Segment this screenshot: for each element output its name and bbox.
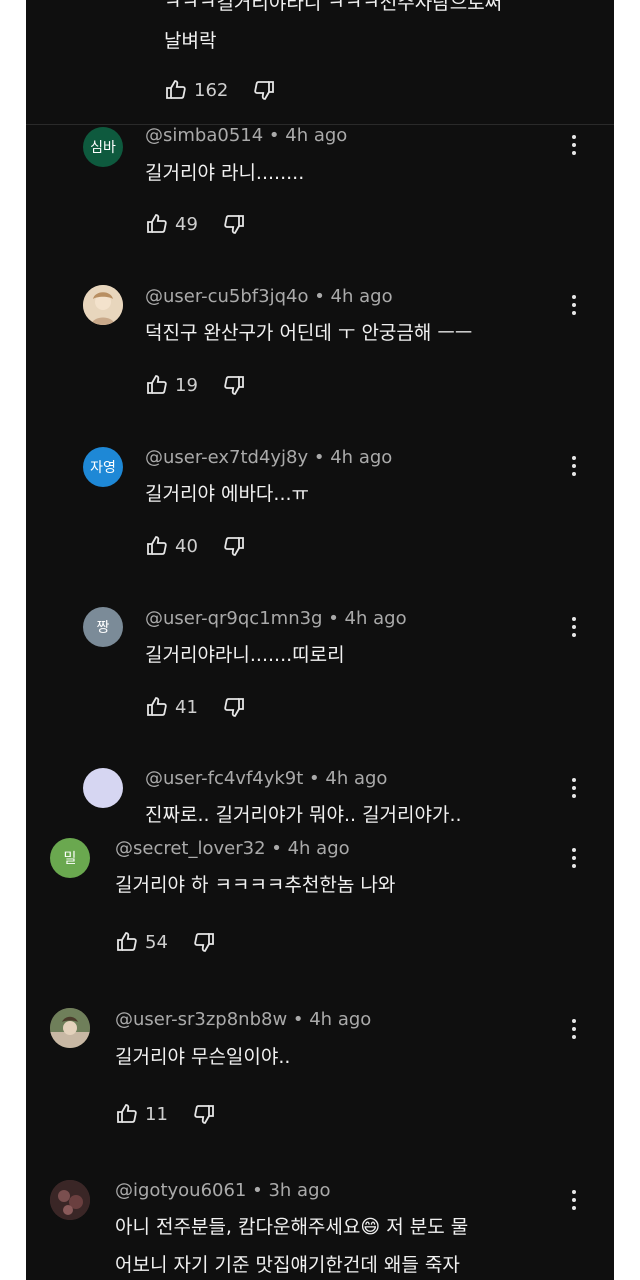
like-icon[interactable]: [164, 78, 188, 102]
comment-actions: 11: [115, 1102, 216, 1126]
comment-actions: 54: [115, 930, 216, 954]
like-icon[interactable]: [145, 695, 169, 719]
like-icon[interactable]: [115, 1102, 139, 1126]
like-icon[interactable]: [145, 212, 169, 236]
avatar[interactable]: [50, 1180, 90, 1220]
like-count: 40: [175, 535, 198, 557]
dislike-icon[interactable]: [192, 1102, 216, 1126]
comment-actions: 41: [145, 695, 246, 719]
meta-separator: •: [303, 768, 326, 789]
comment-text-line: ㅋㅋㅋ길거리야라니 ㅋㅋㅋ전주사람으로써: [164, 0, 503, 14]
comment-handle[interactable]: @secret_lover32: [115, 838, 266, 859]
meta-separator: •: [263, 125, 286, 146]
comment-handle[interactable]: @user-fc4vf4yk9t: [145, 768, 303, 789]
comment-text: 어보니 자기 기준 맛집얘기한건데 왜들 죽자: [115, 1254, 460, 1276]
like-icon[interactable]: [115, 930, 139, 954]
comment-meta: @user-cu5bf3jq4o • 4h ago: [145, 286, 393, 307]
dislike-icon[interactable]: [222, 373, 246, 397]
dislike-icon[interactable]: [252, 78, 276, 102]
more-options-icon[interactable]: [564, 844, 584, 872]
comment-time: 3h ago: [268, 1180, 331, 1201]
comment-time: 4h ago: [287, 838, 350, 859]
more-options-icon[interactable]: [564, 131, 584, 159]
more-options-icon[interactable]: [564, 613, 584, 641]
like-count: 19: [175, 374, 198, 396]
comment-meta: @user-ex7td4yj8y • 4h ago: [145, 447, 392, 468]
avatar[interactable]: [50, 1008, 90, 1048]
comment-actions: 19: [145, 373, 246, 397]
comment-meta: @user-sr3zp8nb8w • 4h ago: [115, 1009, 371, 1030]
comment-time: 4h ago: [285, 125, 348, 146]
comment-text: 덕진구 완산구가 어딘데 ㅜ 안궁금해 ㅡㅡ: [145, 322, 473, 344]
comment-handle[interactable]: @simba0514: [145, 125, 263, 146]
more-options-icon[interactable]: [564, 1015, 584, 1043]
comment-text: 길거리야라니.......띠로리: [145, 644, 345, 666]
comment-text: 길거리야 하 ㅋㅋㅋㅋ추천한놈 나와: [115, 874, 396, 896]
comment-text: 길거리야 에바다...ㅠ: [145, 483, 309, 505]
comment-text-line: 날벼락: [164, 30, 217, 52]
comment-text: 진짜로.. 길거리야가 뭐야.. 길거리야가..: [145, 804, 462, 826]
dislike-icon[interactable]: [222, 695, 246, 719]
comment-handle[interactable]: @user-qr9qc1mn3g: [145, 608, 322, 629]
comment-time: 4h ago: [309, 1009, 372, 1030]
more-options-icon[interactable]: [564, 291, 584, 319]
avatar[interactable]: [83, 768, 123, 808]
avatar[interactable]: 짱: [83, 607, 123, 647]
comment-handle[interactable]: @igotyou6061: [115, 1180, 246, 1201]
more-options-icon[interactable]: [564, 1186, 584, 1214]
comment-text: 길거리야 무슨일이야..: [115, 1046, 291, 1068]
avatar[interactable]: 밀: [50, 838, 90, 878]
like-count: 41: [175, 696, 198, 718]
dislike-icon[interactable]: [222, 212, 246, 236]
comments-panel: ㅋㅋㅋ길거리야라니 ㅋㅋㅋ전주사람으로써 날벼락 162 심바 @simba05…: [26, 0, 614, 1280]
dislike-icon[interactable]: [222, 534, 246, 558]
comment-meta: @igotyou6061 • 3h ago: [115, 1180, 331, 1201]
comment-actions: 40: [145, 534, 246, 558]
comment-handle[interactable]: @user-ex7td4yj8y: [145, 447, 308, 468]
meta-separator: •: [322, 608, 345, 629]
meta-separator: •: [308, 286, 331, 307]
like-count: 49: [175, 213, 198, 235]
comment-text: 길거리야 라니........: [145, 162, 305, 184]
more-options-icon[interactable]: [564, 774, 584, 802]
meta-separator: •: [265, 838, 288, 859]
meta-separator: •: [246, 1180, 269, 1201]
comment-meta: @user-qr9qc1mn3g • 4h ago: [145, 608, 407, 629]
avatar[interactable]: [83, 285, 123, 325]
comment-meta: @simba0514 • 4h ago: [145, 125, 347, 146]
like-count: 11: [145, 1103, 168, 1125]
comment-handle[interactable]: @user-cu5bf3jq4o: [145, 286, 308, 307]
like-count: 54: [145, 931, 168, 953]
comment-meta: @secret_lover32 • 4h ago: [115, 838, 350, 859]
comment-actions: 49: [145, 212, 246, 236]
comment-time: 4h ago: [344, 608, 407, 629]
meta-separator: •: [287, 1009, 310, 1030]
comment-text: 아니 전주분들, 캄다운해주세요😄 저 분도 물: [115, 1216, 469, 1238]
meta-separator: •: [308, 447, 331, 468]
comment-time: 4h ago: [330, 447, 393, 468]
like-count: 162: [194, 79, 229, 101]
like-icon[interactable]: [145, 373, 169, 397]
like-icon[interactable]: [145, 534, 169, 558]
comment-actions: 162: [164, 78, 276, 102]
comment-time: 4h ago: [330, 286, 393, 307]
avatar[interactable]: 자영: [83, 447, 123, 487]
dislike-icon[interactable]: [192, 930, 216, 954]
comment-time: 4h ago: [325, 768, 388, 789]
comment-handle[interactable]: @user-sr3zp8nb8w: [115, 1009, 287, 1030]
comment-meta: @user-fc4vf4yk9t • 4h ago: [145, 768, 387, 789]
more-options-icon[interactable]: [564, 452, 584, 480]
avatar[interactable]: 심바: [83, 127, 123, 167]
